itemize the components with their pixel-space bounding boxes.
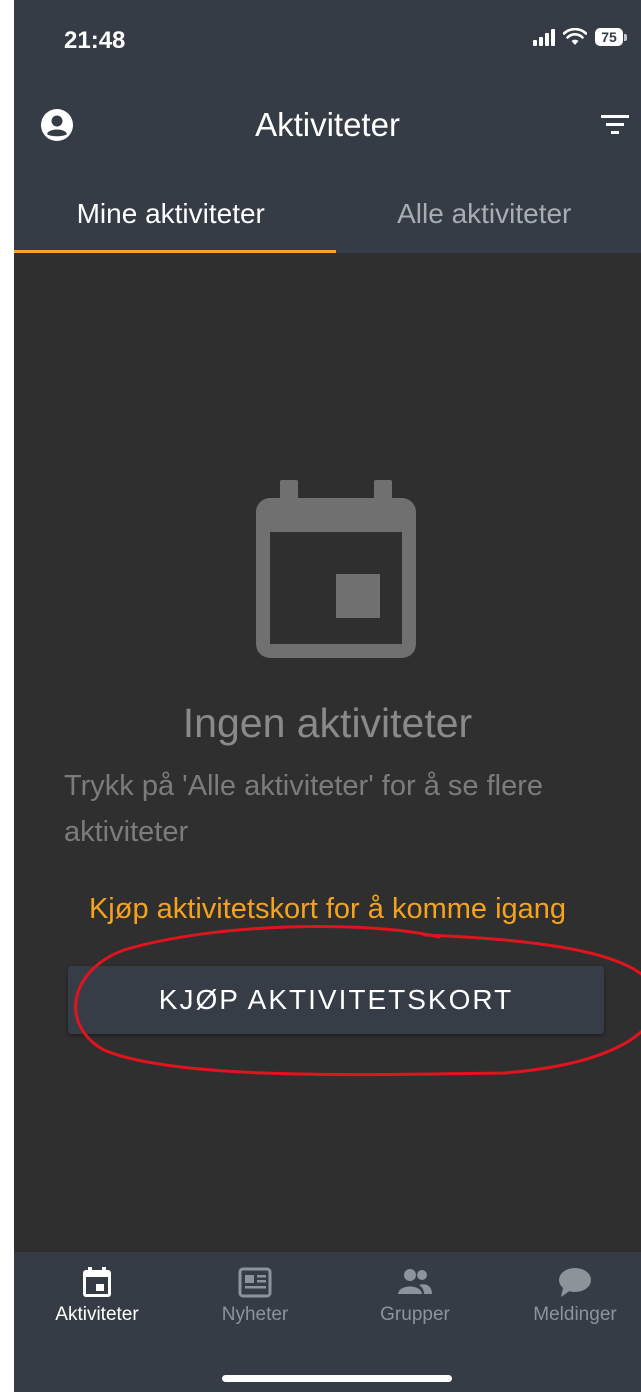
calendar-icon xyxy=(83,1267,111,1297)
battery-icon: 75 xyxy=(595,28,627,46)
status-icons: 75 xyxy=(533,28,627,46)
signal-icon xyxy=(533,28,555,46)
tab-alle-aktiviteter[interactable]: Alle aktiviteter xyxy=(328,180,641,253)
status-time: 21:48 xyxy=(64,27,126,54)
nav-aktiviteter[interactable]: Aktiviteter xyxy=(32,1266,162,1326)
active-tab-indicator xyxy=(14,250,336,253)
nav-label: Meldinger xyxy=(533,1304,617,1325)
title-bar: Aktiviteter xyxy=(14,100,641,150)
tab-label: Mine aktiviteter xyxy=(76,198,265,229)
battery-level: 75 xyxy=(595,28,623,46)
nav-meldinger[interactable]: Meldinger xyxy=(510,1266,640,1326)
empty-state-description: Trykk på 'Alle aktiviteter' for å se fle… xyxy=(64,770,543,848)
nav-nyheter[interactable]: Nyheter xyxy=(190,1266,320,1326)
wifi-icon xyxy=(563,28,587,45)
tab-mine-aktiviteter[interactable]: Mine aktiviteter xyxy=(14,180,328,253)
news-icon xyxy=(238,1267,272,1298)
groups-icon xyxy=(398,1269,432,1294)
tab-bar: Mine aktiviteter Alle aktiviteter xyxy=(14,180,641,253)
nav-label: Nyheter xyxy=(221,1304,289,1325)
tab-label: Alle aktiviteter xyxy=(397,198,572,229)
calendar-icon xyxy=(256,480,416,658)
app-header: 21:48 75 Aktiviteter Mine aktiviteter Al… xyxy=(14,0,641,253)
bottom-navigation: Aktiviteter Nyheter Grupper Meldinger xyxy=(14,1252,641,1392)
home-indicator xyxy=(222,1375,452,1382)
page-title: Aktiviteter xyxy=(255,106,400,143)
nav-label: Aktiviteter xyxy=(55,1304,139,1325)
nav-label: Grupper xyxy=(380,1304,450,1325)
app-screen: 21:48 75 Aktiviteter Mine aktiviteter Al… xyxy=(14,0,641,1392)
promo-text: Kjøp aktivitetskort for å komme igang xyxy=(88,893,567,925)
empty-state-title: Ingen aktiviteter xyxy=(182,700,473,746)
filter-icon[interactable] xyxy=(601,112,629,136)
chat-icon xyxy=(559,1268,591,1297)
buy-activity-card-button[interactable]: KJØP AKTIVITETSKORT xyxy=(68,966,604,1034)
nav-grupper[interactable]: Grupper xyxy=(350,1266,480,1326)
